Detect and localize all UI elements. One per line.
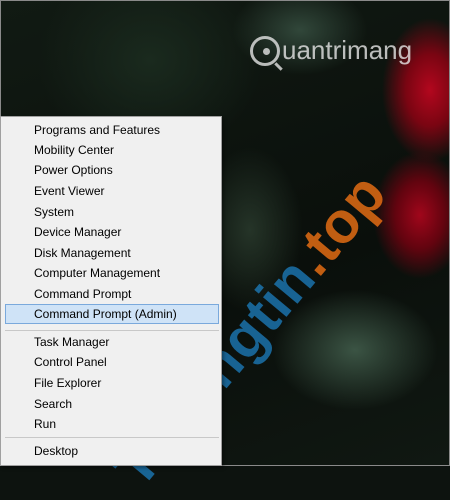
menu-item-file-explorer[interactable]: File Explorer xyxy=(5,373,219,393)
menu-item-command-prompt[interactable]: Command Prompt xyxy=(5,284,219,304)
menu-item-power-options[interactable]: Power Options xyxy=(5,160,219,180)
menu-item-event-viewer[interactable]: Event Viewer xyxy=(5,181,219,201)
menu-item-search[interactable]: Search xyxy=(5,394,219,414)
menu-item-mobility-center[interactable]: Mobility Center xyxy=(5,140,219,160)
menu-item-system[interactable]: System xyxy=(5,202,219,222)
menu-item-command-prompt-admin[interactable]: Command Prompt (Admin) xyxy=(5,304,219,324)
menu-item-disk-management[interactable]: Disk Management xyxy=(5,243,219,263)
menu-item-computer-management[interactable]: Computer Management xyxy=(5,263,219,283)
power-user-context-menu: Programs and Features Mobility Center Po… xyxy=(0,116,222,466)
quantrimang-logo: uantrimang xyxy=(250,35,412,66)
logo-text: uantrimang xyxy=(282,35,413,65)
menu-item-control-panel[interactable]: Control Panel xyxy=(5,352,219,372)
menu-separator xyxy=(5,437,219,438)
menu-item-programs-and-features[interactable]: Programs and Features xyxy=(5,120,219,140)
menu-item-device-manager[interactable]: Device Manager xyxy=(5,222,219,242)
menu-item-desktop[interactable]: Desktop xyxy=(5,441,219,461)
logo-q-icon xyxy=(250,35,280,66)
menu-item-task-manager[interactable]: Task Manager xyxy=(5,332,219,352)
menu-item-run[interactable]: Run xyxy=(5,414,219,434)
menu-separator xyxy=(5,330,219,331)
